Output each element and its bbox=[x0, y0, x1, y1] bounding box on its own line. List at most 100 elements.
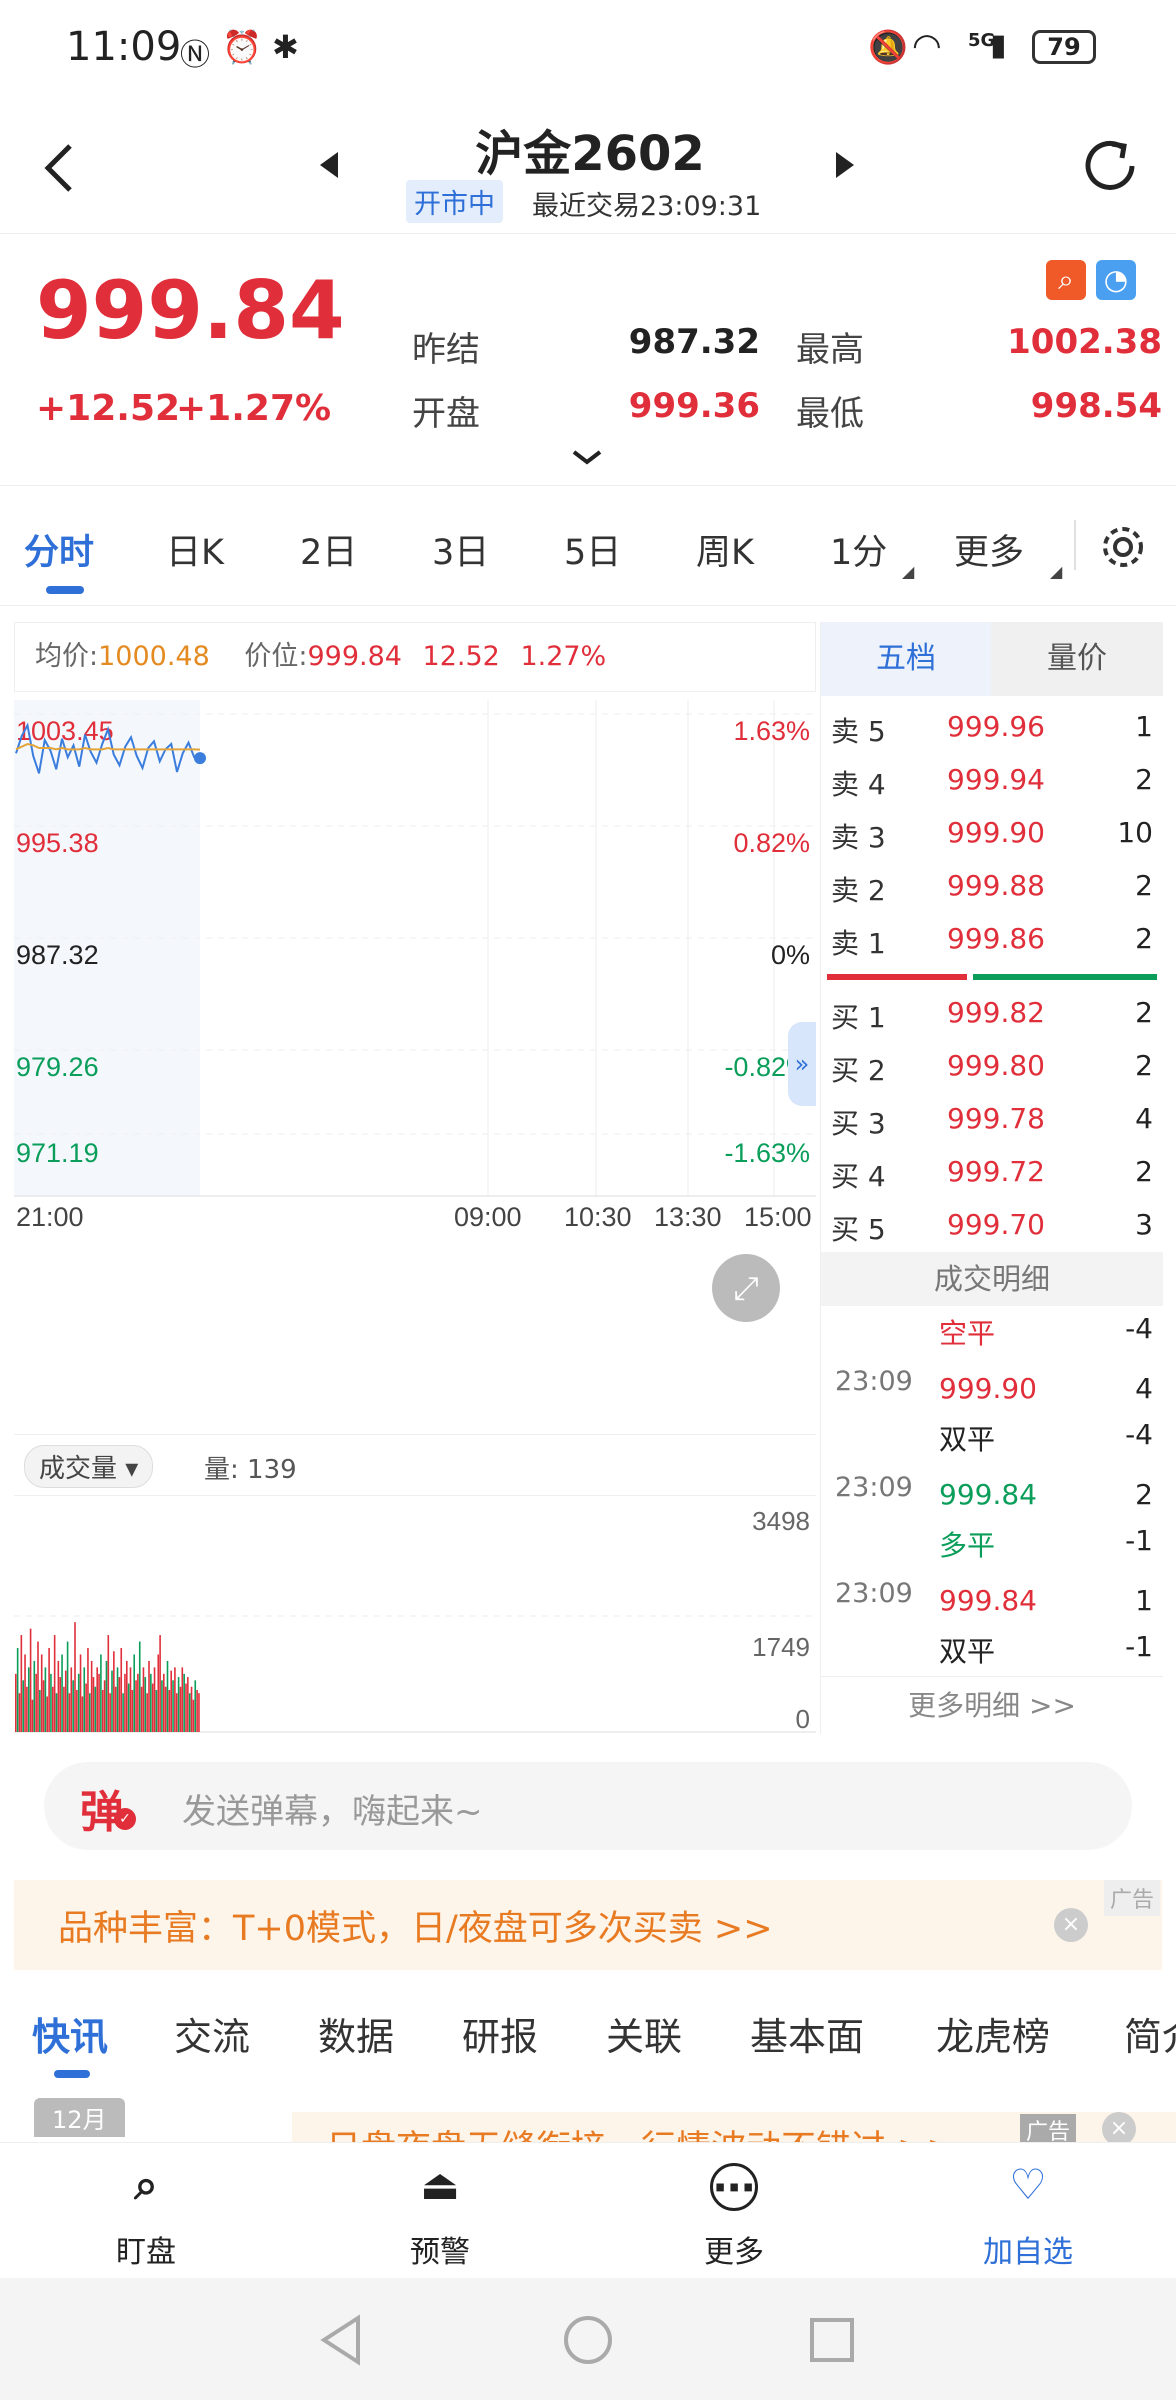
more-trades-link[interactable]: 更多明细 >> bbox=[821, 1676, 1163, 1734]
collapse-depth-handle[interactable]: » bbox=[788, 1022, 816, 1106]
price-line-chart[interactable]: 1003.45995.38987.32979.26971.191.63%0.82… bbox=[14, 700, 816, 1230]
next-contract-icon[interactable] bbox=[834, 150, 856, 180]
volume-bar bbox=[109, 1693, 111, 1732]
news-tab-2[interactable]: 数据 bbox=[318, 2006, 394, 2061]
depth-price[interactable]: 999.88 bbox=[947, 869, 1045, 902]
volume-bar bbox=[161, 1680, 163, 1732]
volume-bar bbox=[126, 1660, 128, 1732]
news-ad-tag: 广告 bbox=[1020, 2114, 1077, 2142]
tab-0[interactable]: 分时 bbox=[24, 524, 94, 575]
ad-close-icon[interactable]: × bbox=[1054, 1908, 1088, 1942]
depth-label: 卖 5 bbox=[831, 715, 886, 748]
system-recents-icon[interactable] bbox=[808, 2316, 856, 2364]
watch-icon: ⌕ bbox=[134, 2160, 158, 2209]
trade-time: 23:09 bbox=[835, 1472, 913, 1503]
analysis-icon[interactable]: ⌕ bbox=[1046, 260, 1086, 300]
quote-panel: 999.84 +12.52 +1.27% ⌕ ◔ 昨结 987.32 最高 1002.… bbox=[0, 234, 1176, 486]
depth-price[interactable]: 999.96 bbox=[947, 710, 1045, 743]
intraday-chart-panel: 均价:1000.48 价位:999.84 12.52 1.27% 1003.45… bbox=[14, 622, 816, 1734]
pos-label: 价位: bbox=[244, 641, 308, 672]
depth-price[interactable]: 999.86 bbox=[947, 922, 1045, 955]
stat-value: 987.32 bbox=[628, 322, 760, 362]
volume-bar bbox=[114, 1686, 117, 1732]
news-ad-banner[interactable]: 日盘夜盘无缝衔接，行情波动不错过 >> 广告 × bbox=[292, 2112, 1176, 2142]
volume-bar bbox=[129, 1667, 132, 1732]
volume-bar bbox=[22, 1680, 24, 1732]
volume-bar bbox=[175, 1693, 178, 1732]
depth-volume: 2 bbox=[1135, 922, 1153, 955]
y-tick-label: 987.32 bbox=[16, 940, 99, 970]
volume-bar bbox=[137, 1673, 139, 1732]
depth-price[interactable]: 999.90 bbox=[947, 816, 1045, 849]
status-time: 11:09 bbox=[66, 24, 182, 70]
stat-value: 999.36 bbox=[628, 386, 760, 426]
trade-volume: 1 bbox=[1135, 1584, 1153, 1617]
depth-price[interactable]: 999.82 bbox=[947, 996, 1045, 1029]
volume-bar bbox=[124, 1673, 126, 1732]
volume-bar bbox=[57, 1660, 60, 1732]
news-area: 12月 日盘夜盘无缝衔接，行情波动不错过 >> 广告 × bbox=[0, 2086, 1176, 2142]
tab-2[interactable]: 2日 bbox=[300, 524, 357, 575]
news-tab-3[interactable]: 研报 bbox=[462, 2006, 538, 2061]
depth-price[interactable]: 999.72 bbox=[947, 1155, 1045, 1188]
trade-time: 23:09 bbox=[835, 1366, 913, 1397]
volume-dropdown[interactable]: 成交量 ▾ bbox=[24, 1445, 154, 1488]
news-tab-6[interactable]: 龙虎榜 bbox=[936, 2006, 1050, 2061]
tab-1[interactable]: 日K bbox=[166, 524, 224, 575]
volume-bar bbox=[118, 1677, 121, 1732]
tab-7[interactable]: 更多 bbox=[954, 524, 1024, 575]
nav-item-1[interactable]: ⏏ 预警 bbox=[350, 2143, 530, 2279]
tab-6[interactable]: 1分 bbox=[830, 524, 887, 575]
pie-chart-icon[interactable]: ◔ bbox=[1096, 260, 1136, 300]
expand-chevron-icon[interactable] bbox=[570, 448, 604, 466]
battery-level: 79 bbox=[1047, 33, 1081, 61]
depth-tab-five[interactable]: 五档 bbox=[821, 622, 991, 696]
back-icon[interactable] bbox=[40, 140, 80, 196]
nav-item-0[interactable]: ⌕ 盯盘 bbox=[56, 2143, 236, 2279]
nav-item-2[interactable]: ⋯ 更多 bbox=[644, 2143, 824, 2279]
volume-bar bbox=[76, 1690, 78, 1732]
system-home-icon[interactable] bbox=[562, 2314, 614, 2366]
fullscreen-button[interactable]: ⤢ bbox=[712, 1254, 780, 1322]
news-tab-5[interactable]: 基本面 bbox=[750, 2006, 864, 2061]
depth-price[interactable]: 999.80 bbox=[947, 1049, 1045, 1082]
ad-banner[interactable]: 品种丰富：T+0模式，日/夜盘可多次买卖 >> × 广告 bbox=[14, 1880, 1162, 1970]
depth-volume: 1 bbox=[1135, 710, 1153, 743]
danmu-input[interactable]: 弹 ✓ 发送弹幕，嗨起来~ bbox=[44, 1762, 1132, 1850]
depth-price[interactable]: 999.78 bbox=[947, 1102, 1045, 1135]
volume-bar bbox=[151, 1683, 154, 1732]
tab-4[interactable]: 5日 bbox=[564, 524, 621, 575]
news-ad-close-icon[interactable]: × bbox=[1102, 2112, 1136, 2142]
volume-bar bbox=[24, 1654, 26, 1732]
depth-price[interactable]: 999.70 bbox=[947, 1208, 1045, 1241]
news-tab-7[interactable]: 简介 bbox=[1124, 2006, 1176, 2061]
pos-pct: 1.27% bbox=[520, 641, 607, 672]
volume-bar bbox=[192, 1699, 195, 1732]
price-change: +12.52 bbox=[36, 388, 181, 429]
news-tab-0[interactable]: 快讯 bbox=[32, 2006, 108, 2061]
depth-tab-volume-price[interactable]: 量价 bbox=[991, 622, 1163, 696]
chart-info-bar: 均价:1000.48 价位:999.84 12.52 1.27% bbox=[14, 622, 816, 692]
tab-3[interactable]: 3日 bbox=[432, 524, 489, 575]
news-tab-1[interactable]: 交流 bbox=[174, 2006, 250, 2061]
volume-chart[interactable]: 3498 1749 0 bbox=[14, 1500, 816, 1734]
volume-bar bbox=[159, 1635, 161, 1732]
x-tick-label: 13:30 bbox=[654, 1202, 722, 1230]
trade-price: 双平 bbox=[939, 1423, 996, 1456]
mute-icon: 🔕 bbox=[868, 28, 908, 66]
news-tab-4[interactable]: 关联 bbox=[606, 2006, 682, 2061]
nav-item-3[interactable]: ♡ 加自选 bbox=[938, 2143, 1118, 2279]
system-back-icon[interactable] bbox=[318, 2314, 364, 2366]
volume-bar bbox=[174, 1667, 176, 1732]
prev-contract-icon[interactable] bbox=[318, 150, 340, 180]
refresh-icon[interactable] bbox=[1078, 134, 1142, 198]
volume-bar bbox=[190, 1686, 193, 1732]
volume-bar bbox=[153, 1667, 156, 1732]
tab-5[interactable]: 周K bbox=[696, 524, 754, 575]
depth-price[interactable]: 999.94 bbox=[947, 763, 1045, 796]
danmu-icon: 弹 bbox=[80, 1787, 124, 1838]
settings-gear-icon[interactable] bbox=[1100, 524, 1146, 570]
volume-bar bbox=[18, 1693, 21, 1732]
stat-value: 998.54 bbox=[1030, 386, 1162, 426]
depth-label: 买 5 bbox=[831, 1213, 886, 1246]
